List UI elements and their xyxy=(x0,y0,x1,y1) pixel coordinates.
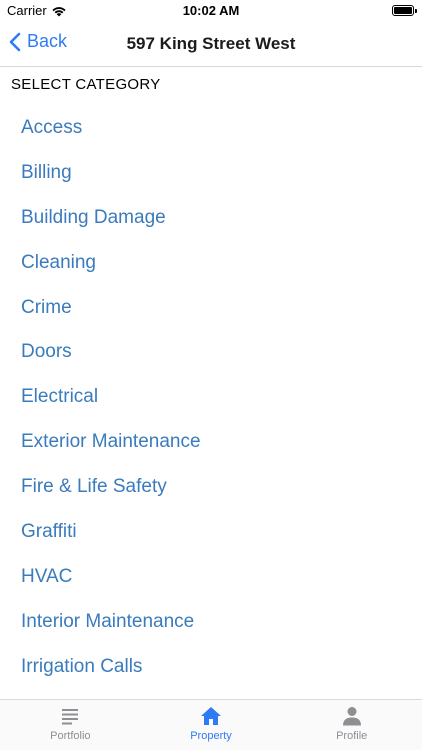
tab-bar: Portfolio Property Profile xyxy=(0,699,422,750)
category-item-access[interactable]: Access xyxy=(0,106,422,151)
category-item-doors[interactable]: Doors xyxy=(0,330,422,375)
category-item-fire-life-safety[interactable]: Fire & Life Safety xyxy=(0,465,422,510)
screen: Carrier 10:02 AM Back 597 King Street We… xyxy=(0,0,422,750)
category-item-electrical[interactable]: Electrical xyxy=(0,375,422,420)
list-icon xyxy=(62,709,79,725)
category-item-exterior-maintenance[interactable]: Exterior Maintenance xyxy=(0,420,422,465)
tab-property-label: Property xyxy=(190,730,232,742)
tab-profile[interactable]: Profile xyxy=(281,700,422,750)
category-item-interior-maintenance[interactable]: Interior Maintenance xyxy=(0,600,422,645)
section-header: SELECT CATEGORY xyxy=(11,76,161,93)
battery-cap xyxy=(415,9,417,13)
navigation-bar: Back 597 King Street West xyxy=(0,22,422,67)
person-icon xyxy=(342,707,361,726)
page-title: 597 King Street West xyxy=(126,34,296,53)
status-bar: Carrier 10:02 AM xyxy=(0,0,422,22)
category-item-hvac[interactable]: HVAC xyxy=(0,555,422,600)
tab-profile-label: Profile xyxy=(336,730,368,742)
battery-icon xyxy=(392,5,414,16)
tab-portfolio[interactable]: Portfolio xyxy=(0,700,141,750)
category-item-billing[interactable]: Billing xyxy=(0,151,422,196)
tab-property[interactable]: Property xyxy=(141,700,282,750)
category-item-building-damage[interactable]: Building Damage xyxy=(0,196,422,241)
category-list: Access Billing Building Damage Cleaning … xyxy=(0,106,422,690)
tab-portfolio-label: Portfolio xyxy=(50,730,91,742)
home-icon xyxy=(201,707,221,725)
category-item-crime[interactable]: Crime xyxy=(0,286,422,331)
category-item-graffiti[interactable]: Graffiti xyxy=(0,510,422,555)
status-time: 10:02 AM xyxy=(182,3,240,18)
category-item-cleaning[interactable]: Cleaning xyxy=(0,241,422,286)
category-item-irrigation-calls[interactable]: Irrigation Calls xyxy=(0,645,422,690)
